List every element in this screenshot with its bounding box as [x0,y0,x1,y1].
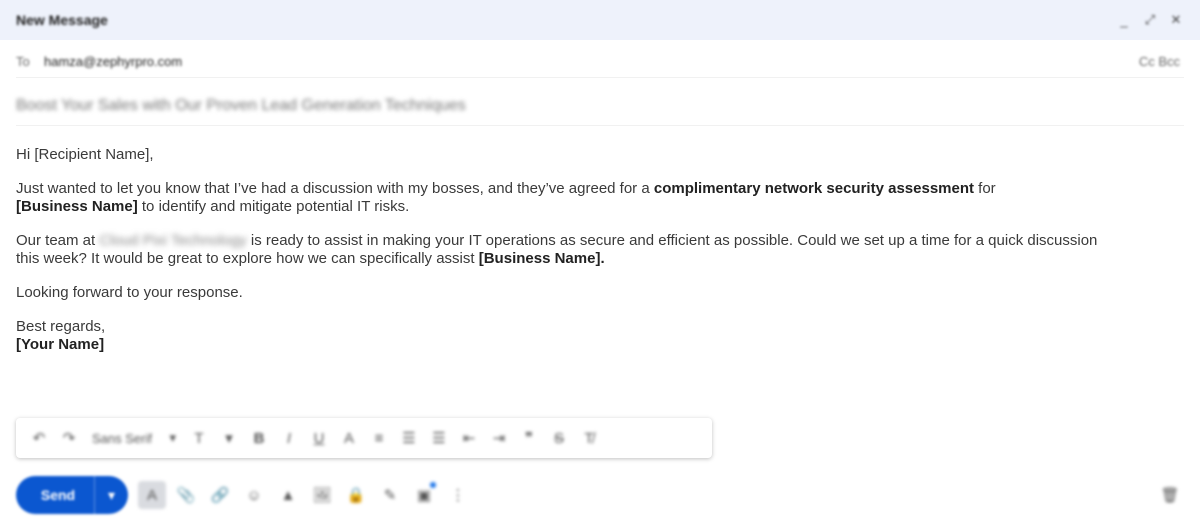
to-label: To [16,54,30,69]
p1-bold-offer: complimentary network security assessmen… [653,180,974,197]
bold-icon[interactable]: B [246,423,272,453]
strikethrough-icon[interactable]: S [546,423,572,453]
send-button[interactable]: Send ▾ [16,476,128,514]
greeting: Hi [Recipient Name], [16,146,154,163]
send-options-chevron-icon[interactable]: ▾ [94,476,128,514]
paragraph-1: Just wanted to let you know that I’ve ha… [16,180,1106,216]
chevron-down-icon: ▾ [169,430,176,445]
font-size-icon[interactable]: T [186,423,212,453]
formatting-options-icon[interactable]: A [138,481,166,509]
p1-text-a: Just wanted to let you know that I’ve ha… [16,180,654,197]
signature-icon[interactable]: ✎ [376,481,404,509]
paragraph-2: Our team at Cloud Pixi Technology is rea… [16,232,1106,268]
quote-icon[interactable]: ❞ [516,423,542,453]
schedule-glyph: ▣ [416,487,432,504]
formatting-toolbar: ↶ ↷ Sans Serif ▾ T ▾ B I U A ≡ ☰ ☰ ⇤ ⇥ ❞… [16,418,712,458]
subject-text: Boost Your Sales with Our Proven Lead Ge… [16,96,466,114]
p2-bold-business: [Business Name]. [478,250,605,267]
attach-file-icon[interactable]: 📎 [172,481,200,509]
font-select[interactable]: Sans Serif ▾ [86,423,182,453]
paragraph-3: Looking forward to your response. [16,284,243,301]
insert-photo-icon[interactable]: 🖼 [308,481,336,509]
compose-bottom-bar: Send ▾ A 📎 🔗 ☺ ▲ 🖼 🔒 ✎ ▣ ⋮ 🗑 [16,476,1184,514]
confidential-mode-icon[interactable]: 🔒 [342,481,370,509]
sign-off: Best regards, [16,318,106,335]
compose-title: New Message [16,12,108,28]
close-icon[interactable]: ✕ [1168,12,1184,28]
drive-icon[interactable]: ▲ [274,481,302,509]
underline-icon[interactable]: U [306,423,332,453]
more-options-icon[interactable]: ⋮ [444,481,472,509]
bulleted-list-icon[interactable]: ☰ [426,423,452,453]
minimize-icon[interactable]: _ [1116,12,1132,28]
p1-text-b: for [974,180,996,197]
text-color-icon[interactable]: A [336,423,362,453]
signature: Best regards, [Your Name] [16,318,1106,354]
chevron-down-icon[interactable]: ▾ [216,423,242,453]
notification-dot [430,482,436,488]
font-select-label: Sans Serif [92,430,152,446]
compose-header: New Message _ ⤢ ✕ [0,0,1200,40]
redo-icon[interactable]: ↷ [56,423,82,453]
message-body[interactable]: Hi [Recipient Name], Just wanted to let … [16,146,1106,370]
to-field-row[interactable]: To hamza@zephyrpro.com Cc Bcc [16,46,1184,78]
p1-bold-business: [Business Name] [16,198,138,215]
trash-icon[interactable]: 🗑 [1156,481,1184,509]
indent-less-icon[interactable]: ⇤ [456,423,482,453]
emoji-icon[interactable]: ☺ [240,481,268,509]
indent-more-icon[interactable]: ⇥ [486,423,512,453]
schedule-icon[interactable]: ▣ [410,481,438,509]
align-icon[interactable]: ≡ [366,423,392,453]
undo-icon[interactable]: ↶ [26,423,52,453]
compose-tools: A 📎 🔗 ☺ ▲ 🖼 🔒 ✎ ▣ ⋮ [138,481,472,509]
subject-field[interactable]: Boost Your Sales with Our Proven Lead Ge… [16,86,1184,126]
p1-text-c: to identify and mitigate potential IT ri… [137,198,410,215]
clear-formatting-icon[interactable]: T̸ [576,423,602,453]
sender-name: [Your Name] [16,336,105,353]
to-recipient[interactable]: hamza@zephyrpro.com [44,54,182,69]
p2-text-a: Our team at [16,232,100,249]
company-name: Cloud Pixi Technology [99,232,247,249]
window-controls: _ ⤢ ✕ [1116,12,1184,28]
italic-icon[interactable]: I [276,423,302,453]
popout-icon[interactable]: ⤢ [1142,12,1158,28]
numbered-list-icon[interactable]: ☰ [396,423,422,453]
cc-bcc-link[interactable]: Cc Bcc [1139,54,1184,69]
send-label: Send [40,487,76,503]
insert-link-icon[interactable]: 🔗 [206,481,234,509]
